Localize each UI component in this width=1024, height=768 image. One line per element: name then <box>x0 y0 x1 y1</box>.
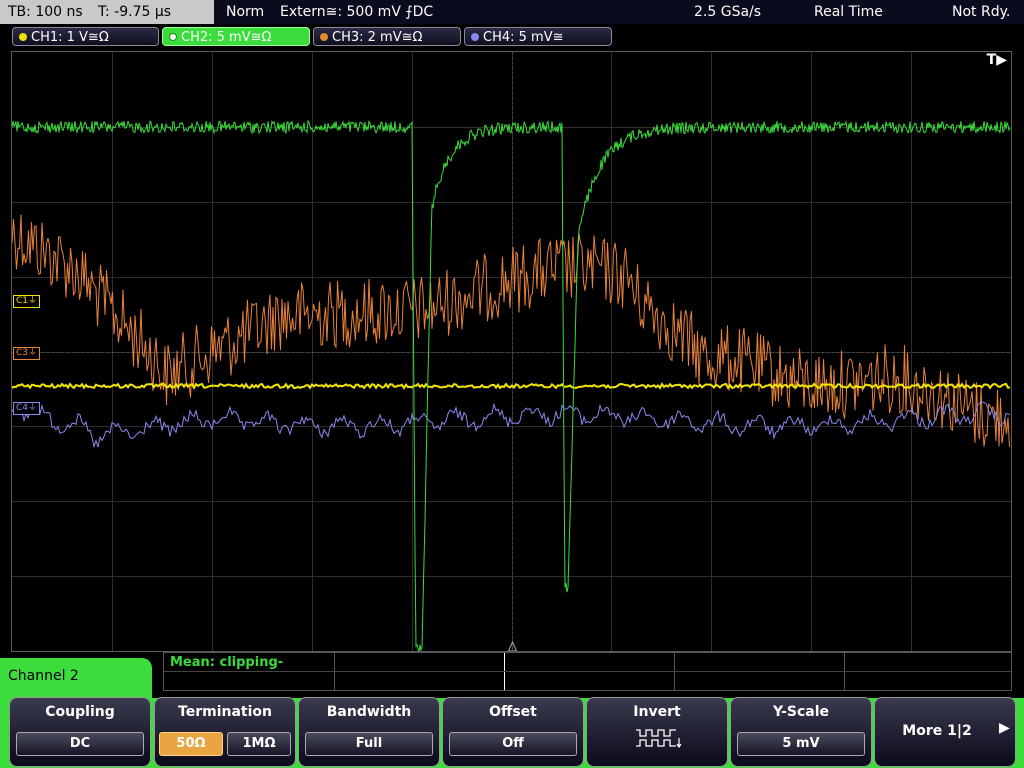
offset-softkey[interactable]: Offset Off <box>442 697 584 767</box>
timebase-box[interactable]: TB: 100 ns T: -9.75 µs <box>0 0 214 24</box>
more-softkey[interactable]: More 1|2 ▶ <box>874 697 1016 767</box>
waveform-display[interactable]: T▶ C1⏚ C3⏚ C4⏚ <box>11 51 1012 652</box>
invert-softkey[interactable]: Invert <box>586 697 728 767</box>
yscale-softkey[interactable]: Y-Scale 5 mV <box>730 697 872 767</box>
invert-label: Invert <box>633 704 681 720</box>
termination-label: Termination <box>178 704 272 720</box>
acquisition-mode: Real Time <box>814 4 883 20</box>
sample-rate: 2.5 GSa/s <box>694 4 762 20</box>
ch4-dot-icon <box>471 33 479 41</box>
coupling-softkey[interactable]: Coupling DC <box>9 697 151 767</box>
trigger-position-marker: T▶ <box>986 52 1007 68</box>
bandwidth-value[interactable]: Full <box>305 732 433 756</box>
yscale-value[interactable]: 5 mV <box>737 732 865 756</box>
invert-waveform-icon <box>636 729 682 749</box>
ch1-dot-icon <box>19 33 27 41</box>
arrow-right-icon: ▶ <box>999 720 1010 736</box>
trigger-source[interactable]: Extern≅: 500 mV ⨍DC <box>280 0 433 24</box>
mean-measurement: Mean: clipping- <box>170 655 284 670</box>
ready-state: Not Rdy. <box>952 4 1011 20</box>
bandwidth-softkey[interactable]: Bandwidth Full <box>298 697 440 767</box>
menu-title-tab[interactable]: Channel 2 <box>0 658 152 700</box>
offset-value[interactable]: Off <box>449 732 577 756</box>
termination-50ohm[interactable]: 50Ω <box>159 732 223 756</box>
divider <box>164 671 1011 672</box>
coupling-value[interactable]: DC <box>16 732 144 756</box>
measurement-bar: Mean: clipping- <box>163 652 1012 691</box>
ch2-dot-icon <box>169 33 177 41</box>
ch3-trace <box>12 214 1010 447</box>
tab-ch1[interactable]: CH1: 1 V≅Ω <box>12 27 159 46</box>
tab-ch2-label: CH2: 5 mV≅Ω <box>181 30 272 45</box>
tab-ch1-label: CH1: 1 V≅Ω <box>31 30 109 45</box>
ch4-ground-marker[interactable]: C4⏚ <box>13 402 41 415</box>
tab-ch2[interactable]: CH2: 5 mV≅Ω <box>162 27 310 46</box>
ch1-ground-marker[interactable]: C1⏚ <box>13 295 41 308</box>
ch3-dot-icon <box>320 33 328 41</box>
coupling-label: Coupling <box>45 704 115 720</box>
offset-label: Offset <box>489 704 537 720</box>
tab-ch4-label: CH4: 5 mV≅ <box>483 30 564 45</box>
trigger-mode[interactable]: Norm <box>226 0 264 24</box>
termination-1mohm[interactable]: 1MΩ <box>227 732 291 756</box>
bandwidth-label: Bandwidth <box>326 704 412 720</box>
yscale-label: Y-Scale <box>772 704 829 720</box>
trigger-time: T: -9.75 µs <box>98 4 172 20</box>
ch4-trace <box>12 401 1011 449</box>
waveform-traces <box>12 119 1011 651</box>
channel-tab-row: CH1: 1 V≅Ω CH2: 5 mV≅Ω CH3: 2 mV≅Ω CH4: … <box>0 24 1024 50</box>
tab-ch4[interactable]: CH4: 5 mV≅ <box>464 27 612 46</box>
status-bar: TB: 100 ns T: -9.75 µs Norm Extern≅: 500… <box>0 0 1024 24</box>
timebase-value: TB: 100 ns <box>8 4 83 20</box>
menu-title: Channel 2 <box>8 668 79 684</box>
ch3-ground-marker[interactable]: C3⏚ <box>13 347 41 360</box>
tab-ch3[interactable]: CH3: 2 mV≅Ω <box>313 27 461 46</box>
more-label: More 1|2 <box>902 723 972 739</box>
tab-ch3-label: CH3: 2 mV≅Ω <box>332 30 423 45</box>
termination-softkey[interactable]: Termination 50Ω 1MΩ <box>154 697 296 767</box>
